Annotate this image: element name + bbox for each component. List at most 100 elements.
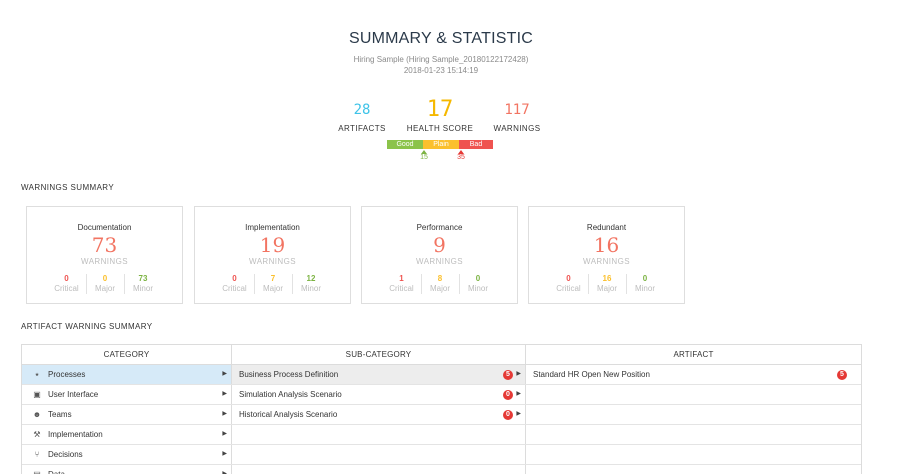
warning-card-title: Performance: [416, 223, 463, 232]
minor-value: 0: [475, 274, 481, 283]
artifact-warning-table: CATEGORY SUB-CATEGORY ARTIFACT ⭑ Processe…: [21, 344, 862, 474]
major-count: 8 Major: [420, 274, 459, 294]
table-row: ▤ Data ▶: [22, 465, 861, 474]
scale-segment-good: Good: [387, 140, 423, 149]
chevron-right-icon: ▶: [222, 471, 227, 474]
column-header-sub-category: SUB-CATEGORY: [232, 345, 526, 364]
critical-count: 1 Critical: [383, 274, 421, 294]
major-label: Major: [262, 284, 283, 293]
table-body: ⭑ Processes ▶ Business Process Definition 5 ▶…: [22, 365, 861, 474]
warning-card-title: Redundant: [586, 223, 627, 232]
critical-value: 0: [64, 274, 69, 283]
warning-card-title: Documentation: [77, 223, 132, 232]
data-icon: ▤: [31, 465, 43, 474]
minor-value: 0: [642, 274, 648, 283]
category-label: Processes: [48, 370, 86, 379]
warning-card-total: 9: [433, 233, 446, 257]
team-icon: ☻: [32, 410, 42, 419]
chevron-right-icon: ▶: [222, 451, 227, 457]
minor-label: Minor: [300, 284, 321, 293]
critical-value: 0: [566, 274, 571, 283]
warning-count-badge: 5: [837, 370, 847, 380]
artifacts-label: ARTIFACTS: [338, 124, 386, 133]
minor-count: 12 Minor: [291, 274, 330, 294]
critical-value: 1: [399, 274, 404, 283]
minor-count: 0 Minor: [458, 274, 497, 294]
warning-card-label: WARNINGS: [416, 257, 463, 266]
minor-value: 12: [306, 274, 316, 283]
artifact-summary-title: ARTIFACT WARNING SUMMARY: [21, 322, 153, 331]
major-value: 16: [602, 274, 612, 283]
minor-count: 0 Minor: [625, 274, 664, 294]
chevron-right-icon: ▶: [222, 431, 227, 437]
warning-card-redundant[interactable]: Redundant 16 WARNINGS 0 Critical 16 Major 0 Mino…: [528, 206, 685, 304]
minor-label: Minor: [132, 284, 153, 293]
scale-marker-good: 15: [414, 150, 434, 161]
major-value: 8: [437, 274, 443, 283]
major-count: 0 Major: [85, 274, 124, 294]
chevron-right-icon: ▶: [516, 391, 521, 397]
scale-marker-bad: 35: [451, 150, 471, 161]
ui-icon: ▣: [33, 390, 41, 399]
warning-card-breakdown: 0 Critical 0 Major 73 Minor: [27, 274, 182, 294]
warning-count-badge: 0: [503, 390, 513, 400]
warning-count-badge: 5: [503, 370, 513, 380]
tools-icon: ⚒: [33, 430, 41, 439]
chevron-right-icon: ▶: [516, 371, 521, 377]
category-label: Teams: [48, 410, 72, 419]
share-icon: ⭑: [34, 370, 40, 379]
category-label: User Interface: [48, 390, 99, 399]
sub-category-item[interactable]: Historical Analysis Scenario 0 ▶: [232, 405, 526, 424]
column-header-artifact: ARTIFACT: [673, 350, 714, 359]
minor-value: 73: [138, 274, 148, 283]
table-row: ⑂ Decisions ▶: [22, 445, 861, 465]
sub-category-item[interactable]: Simulation Analysis Scenario 0 ▶: [232, 385, 526, 404]
health-score-value: 17: [426, 97, 454, 122]
warning-card-label: WARNINGS: [249, 257, 296, 266]
health-score-stat: 17 HEALTH SCORE: [402, 97, 478, 133]
scale-segment-plain: Plain: [423, 140, 459, 149]
empty-cell: [232, 465, 526, 474]
warning-card-implementation[interactable]: Implementation 19 WARNINGS 0 Critical 7 Major 1…: [194, 206, 351, 304]
minor-label: Minor: [467, 284, 488, 293]
warning-count-badge: 0: [503, 410, 513, 420]
sub-category-label: Historical Analysis Scenario: [239, 410, 338, 419]
major-value: 0: [102, 274, 108, 283]
warning-card-performance[interactable]: Performance 9 WARNINGS 1 Critical 8 Major 0 Mino…: [361, 206, 518, 304]
minor-label: Minor: [634, 284, 655, 293]
empty-cell: [526, 465, 861, 474]
critical-label: Critical: [389, 284, 414, 293]
table-row: ⚒ Implementation ▶: [22, 425, 861, 445]
category-item-data[interactable]: ▤ Data ▶: [22, 465, 232, 474]
table-row: ⭑ Processes ▶ Business Process Definition 5 ▶…: [22, 365, 861, 385]
report-datetime: 2018-01-23 15:14:19: [403, 66, 479, 75]
critical-label: Critical: [222, 284, 247, 293]
page-title: SUMMARY & STATISTIC: [349, 30, 533, 47]
sub-category-item[interactable]: Business Process Definition 5 ▶: [232, 365, 526, 384]
critical-count: 0 Critical: [550, 274, 588, 294]
health-score-label: HEALTH SCORE: [406, 124, 474, 133]
warning-card-label: WARNINGS: [81, 257, 128, 266]
health-scale-bar: Good Plain Bad: [387, 140, 493, 149]
category-item-teams[interactable]: ☻ Teams ▶: [22, 405, 232, 424]
category-item-implementation[interactable]: ⚒ Implementation ▶: [22, 425, 232, 444]
column-header-category: CATEGORY: [22, 345, 232, 364]
chevron-right-icon: ▶: [516, 411, 521, 417]
scale-segment-bad: Bad: [459, 140, 493, 149]
chevron-right-icon: ▶: [222, 391, 227, 397]
warnings-count: 117: [504, 102, 530, 118]
category-item-processes[interactable]: ⭑ Processes ▶: [22, 365, 232, 384]
warning-card-documentation[interactable]: Documentation 73 WARNINGS 0 Critical 0 Major 73…: [26, 206, 183, 304]
artifact-item[interactable]: Standard HR Open New Position 5: [526, 365, 861, 384]
critical-label: Critical: [556, 284, 581, 293]
category-item-user-interface[interactable]: ▣ User Interface ▶: [22, 385, 232, 404]
major-count: 16 Major: [587, 274, 626, 294]
critical-count: 0 Critical: [48, 274, 86, 294]
major-label: Major: [94, 284, 115, 293]
warning-card-title: Implementation: [245, 223, 300, 232]
artifacts-stat: 28 ARTIFACTS: [336, 102, 388, 133]
project-name: Hiring Sample (Hiring Sample_20180122172…: [353, 55, 529, 64]
major-value: 7: [270, 274, 276, 283]
category-item-decisions[interactable]: ⑂ Decisions ▶: [22, 445, 232, 464]
warnings-summary-title: WARNINGS SUMMARY: [21, 183, 115, 192]
